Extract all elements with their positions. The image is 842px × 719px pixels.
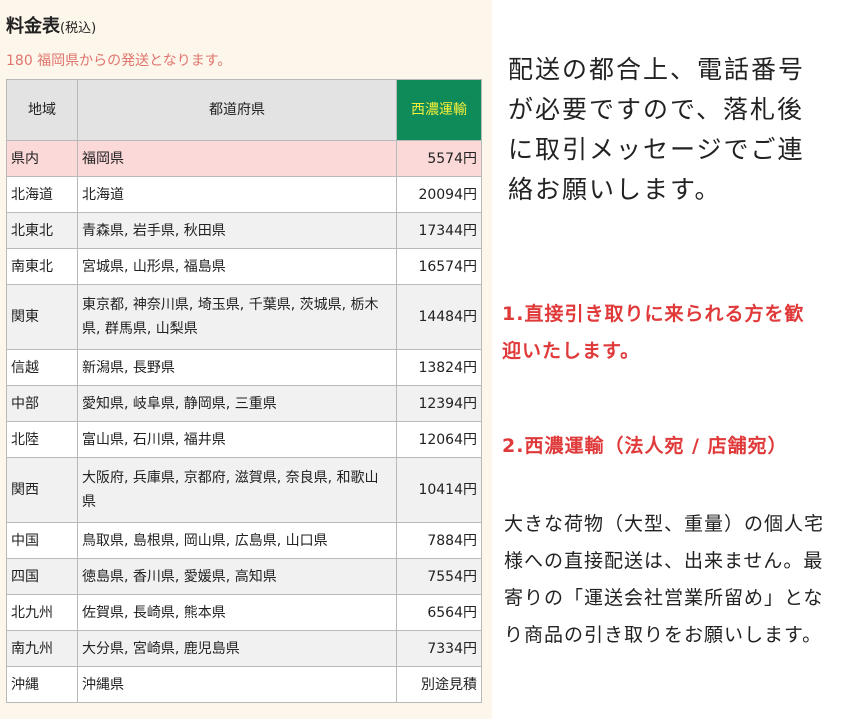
region-cell: 北九州 [6, 594, 78, 631]
header-region: 地域 [6, 79, 78, 141]
shipping-info-panel: 配送の都合上、電話番号が必要ですので、落札後に取引メッセージでご連絡お願いします… [492, 0, 842, 719]
table-row: 南九州 大分県, 宮崎県, 鹿児島県 7334円 [6, 630, 482, 667]
title-tax-note: (税込) [60, 21, 97, 36]
table-header-row: 地域 都道府県 西濃運輸 [6, 79, 482, 141]
table-row: 南東北 宮城県, 山形県, 福島県 16574円 [6, 248, 482, 285]
price-cell: 別途見積 [396, 666, 482, 703]
prefectures-cell: 大阪府, 兵庫県, 京都府, 滋賀県, 奈良県, 和歌山県 [77, 457, 397, 523]
price-cell: 13824円 [396, 349, 482, 386]
prefectures-cell: 大分県, 宮崎県, 鹿児島県 [77, 630, 397, 667]
page-title: 料金表(税込) [6, 12, 96, 38]
prefectures-cell: 富山県, 石川県, 福井県 [77, 421, 397, 458]
prefectures-cell: 新潟県, 長野県 [77, 349, 397, 386]
region-cell: 関東 [6, 284, 78, 350]
header-prefectures: 都道府県 [77, 79, 397, 141]
price-cell: 16574円 [396, 248, 482, 285]
prefectures-cell: 鳥取県, 島根県, 岡山県, 広島県, 山口県 [77, 522, 397, 559]
region-cell: 中国 [6, 522, 78, 559]
pickup-welcome-note: 1.直接引き取りに来られる方を歓迎いたします。 [502, 303, 805, 362]
table-row: 北海道 北海道 20094円 [6, 176, 482, 213]
table-row: 中国 鳥取県, 島根県, 岡山県, 広島県, 山口県 7884円 [6, 522, 482, 559]
seino-delivery-heading: 2.西濃運輸（法人宛 / 店舗宛） [502, 435, 788, 457]
prefectures-cell: 福岡県 [77, 140, 397, 177]
region-cell: 南東北 [6, 248, 78, 285]
table-row: 四国 徳島県, 香川県, 愛媛県, 高知県 7554円 [6, 558, 482, 595]
price-cell: 7334円 [396, 630, 482, 667]
title-main: 料金表 [6, 16, 60, 37]
prefectures-cell: 佐賀県, 長崎県, 熊本県 [77, 594, 397, 631]
price-cell: 5574円 [396, 140, 482, 177]
prefectures-cell: 東京都, 神奈川県, 埼玉県, 千葉県, 茨城県, 栃木県, 群馬県, 山梨県 [77, 284, 397, 350]
region-cell: 中部 [6, 385, 78, 422]
region-cell: 南九州 [6, 630, 78, 667]
price-cell: 10414円 [396, 457, 482, 523]
table-row: 中部 愛知県, 岐阜県, 静岡県, 三重県 12394円 [6, 385, 482, 422]
price-cell: 6564円 [396, 594, 482, 631]
header-carrier-seino: 西濃運輸 [396, 79, 482, 141]
region-cell: 沖縄 [6, 666, 78, 703]
prefectures-cell: 徳島県, 香川県, 愛媛県, 高知県 [77, 558, 397, 595]
table-row: 関西 大阪府, 兵庫県, 京都府, 滋賀県, 奈良県, 和歌山県 10414円 [6, 457, 482, 523]
table-row: 県内 福岡県 5574円 [6, 140, 482, 177]
region-cell: 関西 [6, 457, 78, 523]
table-row: 北東北 青森県, 岩手県, 秋田県 17344円 [6, 212, 482, 249]
region-cell: 北東北 [6, 212, 78, 249]
price-cell: 7554円 [396, 558, 482, 595]
region-cell: 県内 [6, 140, 78, 177]
region-cell: 北海道 [6, 176, 78, 213]
region-cell: 四国 [6, 558, 78, 595]
fee-table-panel: 料金表(税込) 180 福岡県からの発送となります。 地域 都道府県 西濃運輸 … [0, 0, 492, 719]
region-cell: 信越 [6, 349, 78, 386]
price-cell: 12394円 [396, 385, 482, 422]
table-row: 北九州 佐賀県, 長崎県, 熊本県 6564円 [6, 594, 482, 631]
prefectures-cell: 宮城県, 山形県, 福島県 [77, 248, 397, 285]
table-row: 沖縄 沖縄県 別途見積 [6, 666, 482, 703]
shipping-origin-notice: 180 福岡県からの発送となります。 [6, 53, 232, 69]
table-row: 信越 新潟県, 長野県 13824円 [6, 349, 482, 386]
table-row: 北陸 富山県, 石川県, 福井県 12064円 [6, 421, 482, 458]
phone-required-message: 配送の都合上、電話番号が必要ですので、落札後に取引メッセージでご連絡お願いします… [508, 55, 806, 204]
shipping-fee-table: 地域 都道府県 西濃運輸 県内 福岡県 5574円 北海道 北海道 20094円… [6, 79, 482, 703]
price-cell: 14484円 [396, 284, 482, 350]
price-cell: 20094円 [396, 176, 482, 213]
prefectures-cell: 沖縄県 [77, 666, 397, 703]
prefectures-cell: 愛知県, 岐阜県, 静岡県, 三重県 [77, 385, 397, 422]
prefectures-cell: 青森県, 岩手県, 秋田県 [77, 212, 397, 249]
price-cell: 7884円 [396, 522, 482, 559]
seino-delivery-description: 大きな荷物（大型、重量）の個人宅様への直接配送は、出来ません。最寄りの「運送会社… [504, 513, 825, 646]
price-cell: 12064円 [396, 421, 482, 458]
table-row: 関東 東京都, 神奈川県, 埼玉県, 千葉県, 茨城県, 栃木県, 群馬県, 山… [6, 284, 482, 350]
price-cell: 17344円 [396, 212, 482, 249]
prefectures-cell: 北海道 [77, 176, 397, 213]
region-cell: 北陸 [6, 421, 78, 458]
